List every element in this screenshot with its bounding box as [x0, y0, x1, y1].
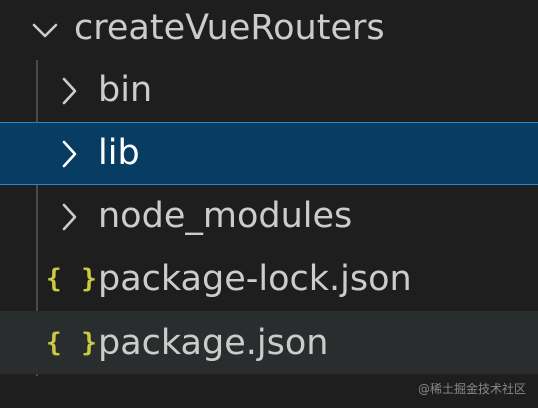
chevron-right-icon — [56, 139, 82, 169]
file-explorer: createVueRouters bin lib node_modules { … — [0, 0, 538, 408]
root-folder-label: createVueRouters — [74, 8, 385, 48]
tree-item-label: node_modules — [98, 196, 353, 236]
tree-root-folder[interactable]: createVueRouters — [0, 0, 538, 63]
chevron-right-icon — [56, 76, 82, 106]
tree-item-bin[interactable]: bin — [0, 59, 538, 122]
watermark: @稀土掘金技术社区 — [417, 382, 526, 396]
tree-item-package-lock-json[interactable]: { } package-lock.json — [0, 248, 538, 311]
tree-item-label: package-lock.json — [98, 259, 412, 299]
tree-item-label: package.json — [98, 323, 329, 363]
tree-item-label: bin — [98, 70, 153, 110]
tree-item-label: lib — [98, 133, 140, 173]
json-braces-icon: { } — [46, 328, 99, 358]
chevron-right-icon — [56, 202, 82, 232]
json-braces-icon: { } — [46, 264, 99, 294]
tree-item-package-json[interactable]: { } package.json — [0, 311, 538, 374]
tree-item-lib[interactable]: lib — [0, 122, 538, 185]
tree-item-node-modules[interactable]: node_modules — [0, 185, 538, 248]
chevron-down-icon[interactable] — [32, 15, 58, 45]
